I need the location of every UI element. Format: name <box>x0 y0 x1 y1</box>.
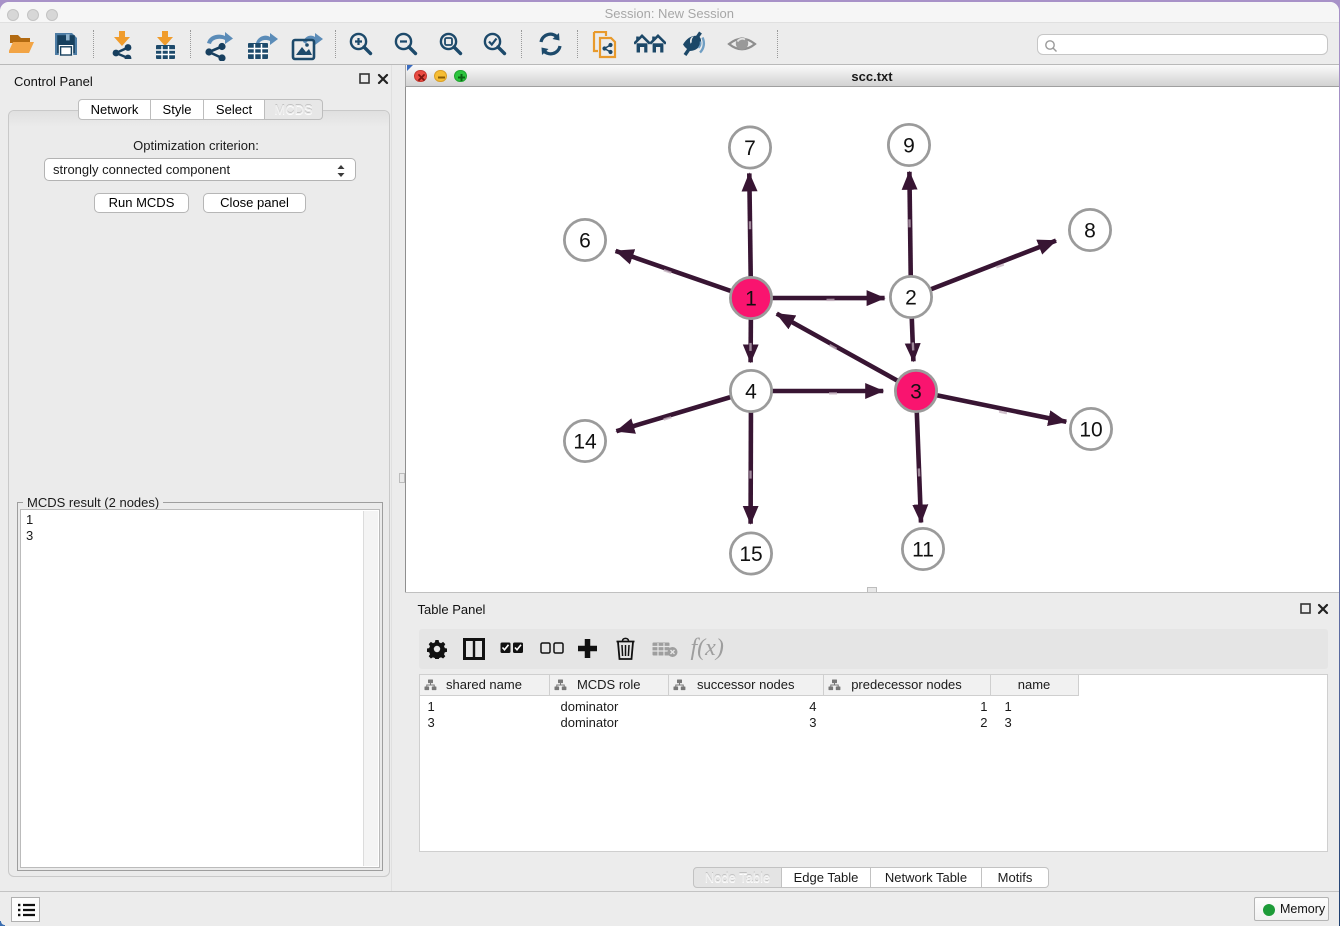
svg-text:3: 3 <box>910 380 922 403</box>
svg-text:8: 8 <box>1084 219 1096 242</box>
svg-text:6: 6 <box>579 229 591 252</box>
svg-text:14: 14 <box>573 430 597 453</box>
svg-text:11: 11 <box>912 538 934 561</box>
svg-text:7: 7 <box>744 137 756 160</box>
svg-text:1: 1 <box>745 287 757 310</box>
svg-text:4: 4 <box>745 380 757 403</box>
svg-text:10: 10 <box>1079 418 1102 441</box>
svg-text:9: 9 <box>903 134 915 157</box>
svg-text:15: 15 <box>739 543 762 566</box>
svg-text:2: 2 <box>905 286 917 309</box>
